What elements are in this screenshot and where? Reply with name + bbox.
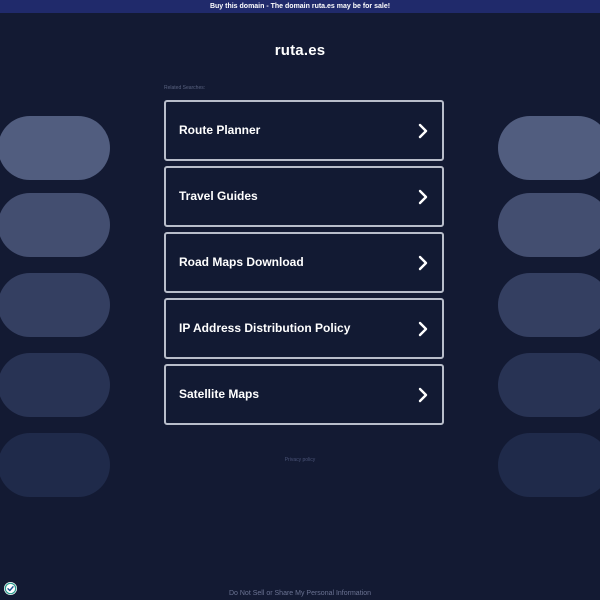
chevron-right-icon — [416, 189, 430, 205]
chevron-right-icon — [416, 387, 430, 403]
decorative-pill-right-5 — [498, 433, 600, 497]
chevron-right-icon — [416, 321, 430, 337]
related-link-label: Road Maps Download — [179, 255, 304, 269]
decorative-pill-right-4 — [498, 353, 600, 417]
related-searches-label: Related Searches: — [164, 85, 206, 91]
decorative-pill-right-2 — [498, 193, 600, 257]
privacy-policy-link[interactable]: Privacy policy — [0, 457, 600, 463]
decorative-pill-left-2 — [0, 193, 110, 257]
decorative-pill-right-3 — [498, 273, 600, 337]
related-link-road-maps-download[interactable]: Road Maps Download — [164, 232, 444, 293]
chevron-right-icon — [416, 255, 430, 271]
decorative-pill-left-3 — [0, 273, 110, 337]
related-searches-list: Route Planner Travel Guides Road Maps Do… — [164, 100, 444, 430]
decorative-pill-left-4 — [0, 353, 110, 417]
decorative-pill-left-5 — [0, 433, 110, 497]
related-link-travel-guides[interactable]: Travel Guides — [164, 166, 444, 227]
decorative-pill-left-1 — [0, 116, 110, 180]
related-link-label: Travel Guides — [179, 189, 258, 203]
related-link-satellite-maps[interactable]: Satellite Maps — [164, 364, 444, 425]
buy-domain-banner[interactable]: Buy this domain - The domain ruta.es may… — [0, 0, 600, 13]
page-title: ruta.es — [274, 42, 326, 59]
decorative-pill-right-1 — [498, 116, 600, 180]
related-link-label: Route Planner — [179, 123, 261, 137]
chevron-right-icon — [416, 123, 430, 139]
related-link-label: IP Address Distribution Policy — [179, 321, 351, 335]
related-link-ip-address-distribution-policy[interactable]: IP Address Distribution Policy — [164, 298, 444, 359]
related-link-label: Satellite Maps — [179, 387, 260, 401]
do-not-sell-link[interactable]: Do Not Sell or Share My Personal Informa… — [0, 590, 600, 597]
parked-domain-page: Buy this domain - The domain ruta.es may… — [0, 0, 600, 600]
related-link-route-planner[interactable]: Route Planner — [164, 100, 444, 161]
